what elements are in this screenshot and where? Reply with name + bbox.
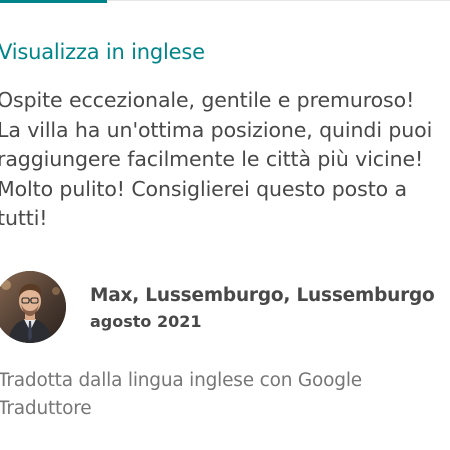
review-author: Max, Lussemburgo, Lussemburgo agosto 202… (0, 271, 450, 343)
person-photo-icon (0, 271, 66, 343)
review-panel: Visualizza in inglese Ospite eccezionale… (0, 0, 450, 450)
active-tab-indicator (0, 0, 107, 3)
author-name[interactable]: Max, Lussemburgo, Lussemburgo (90, 284, 435, 308)
translation-note: Tradotta dalla lingua inglese con Google… (0, 370, 362, 419)
view-in-english-link[interactable]: Visualizza in inglese (0, 38, 205, 66)
avatar[interactable] (0, 271, 66, 343)
review-text: Ospite eccezionale, gentile e premuroso!… (0, 88, 433, 230)
review-date: agosto 2021 (90, 312, 202, 331)
top-divider (107, 0, 450, 1)
